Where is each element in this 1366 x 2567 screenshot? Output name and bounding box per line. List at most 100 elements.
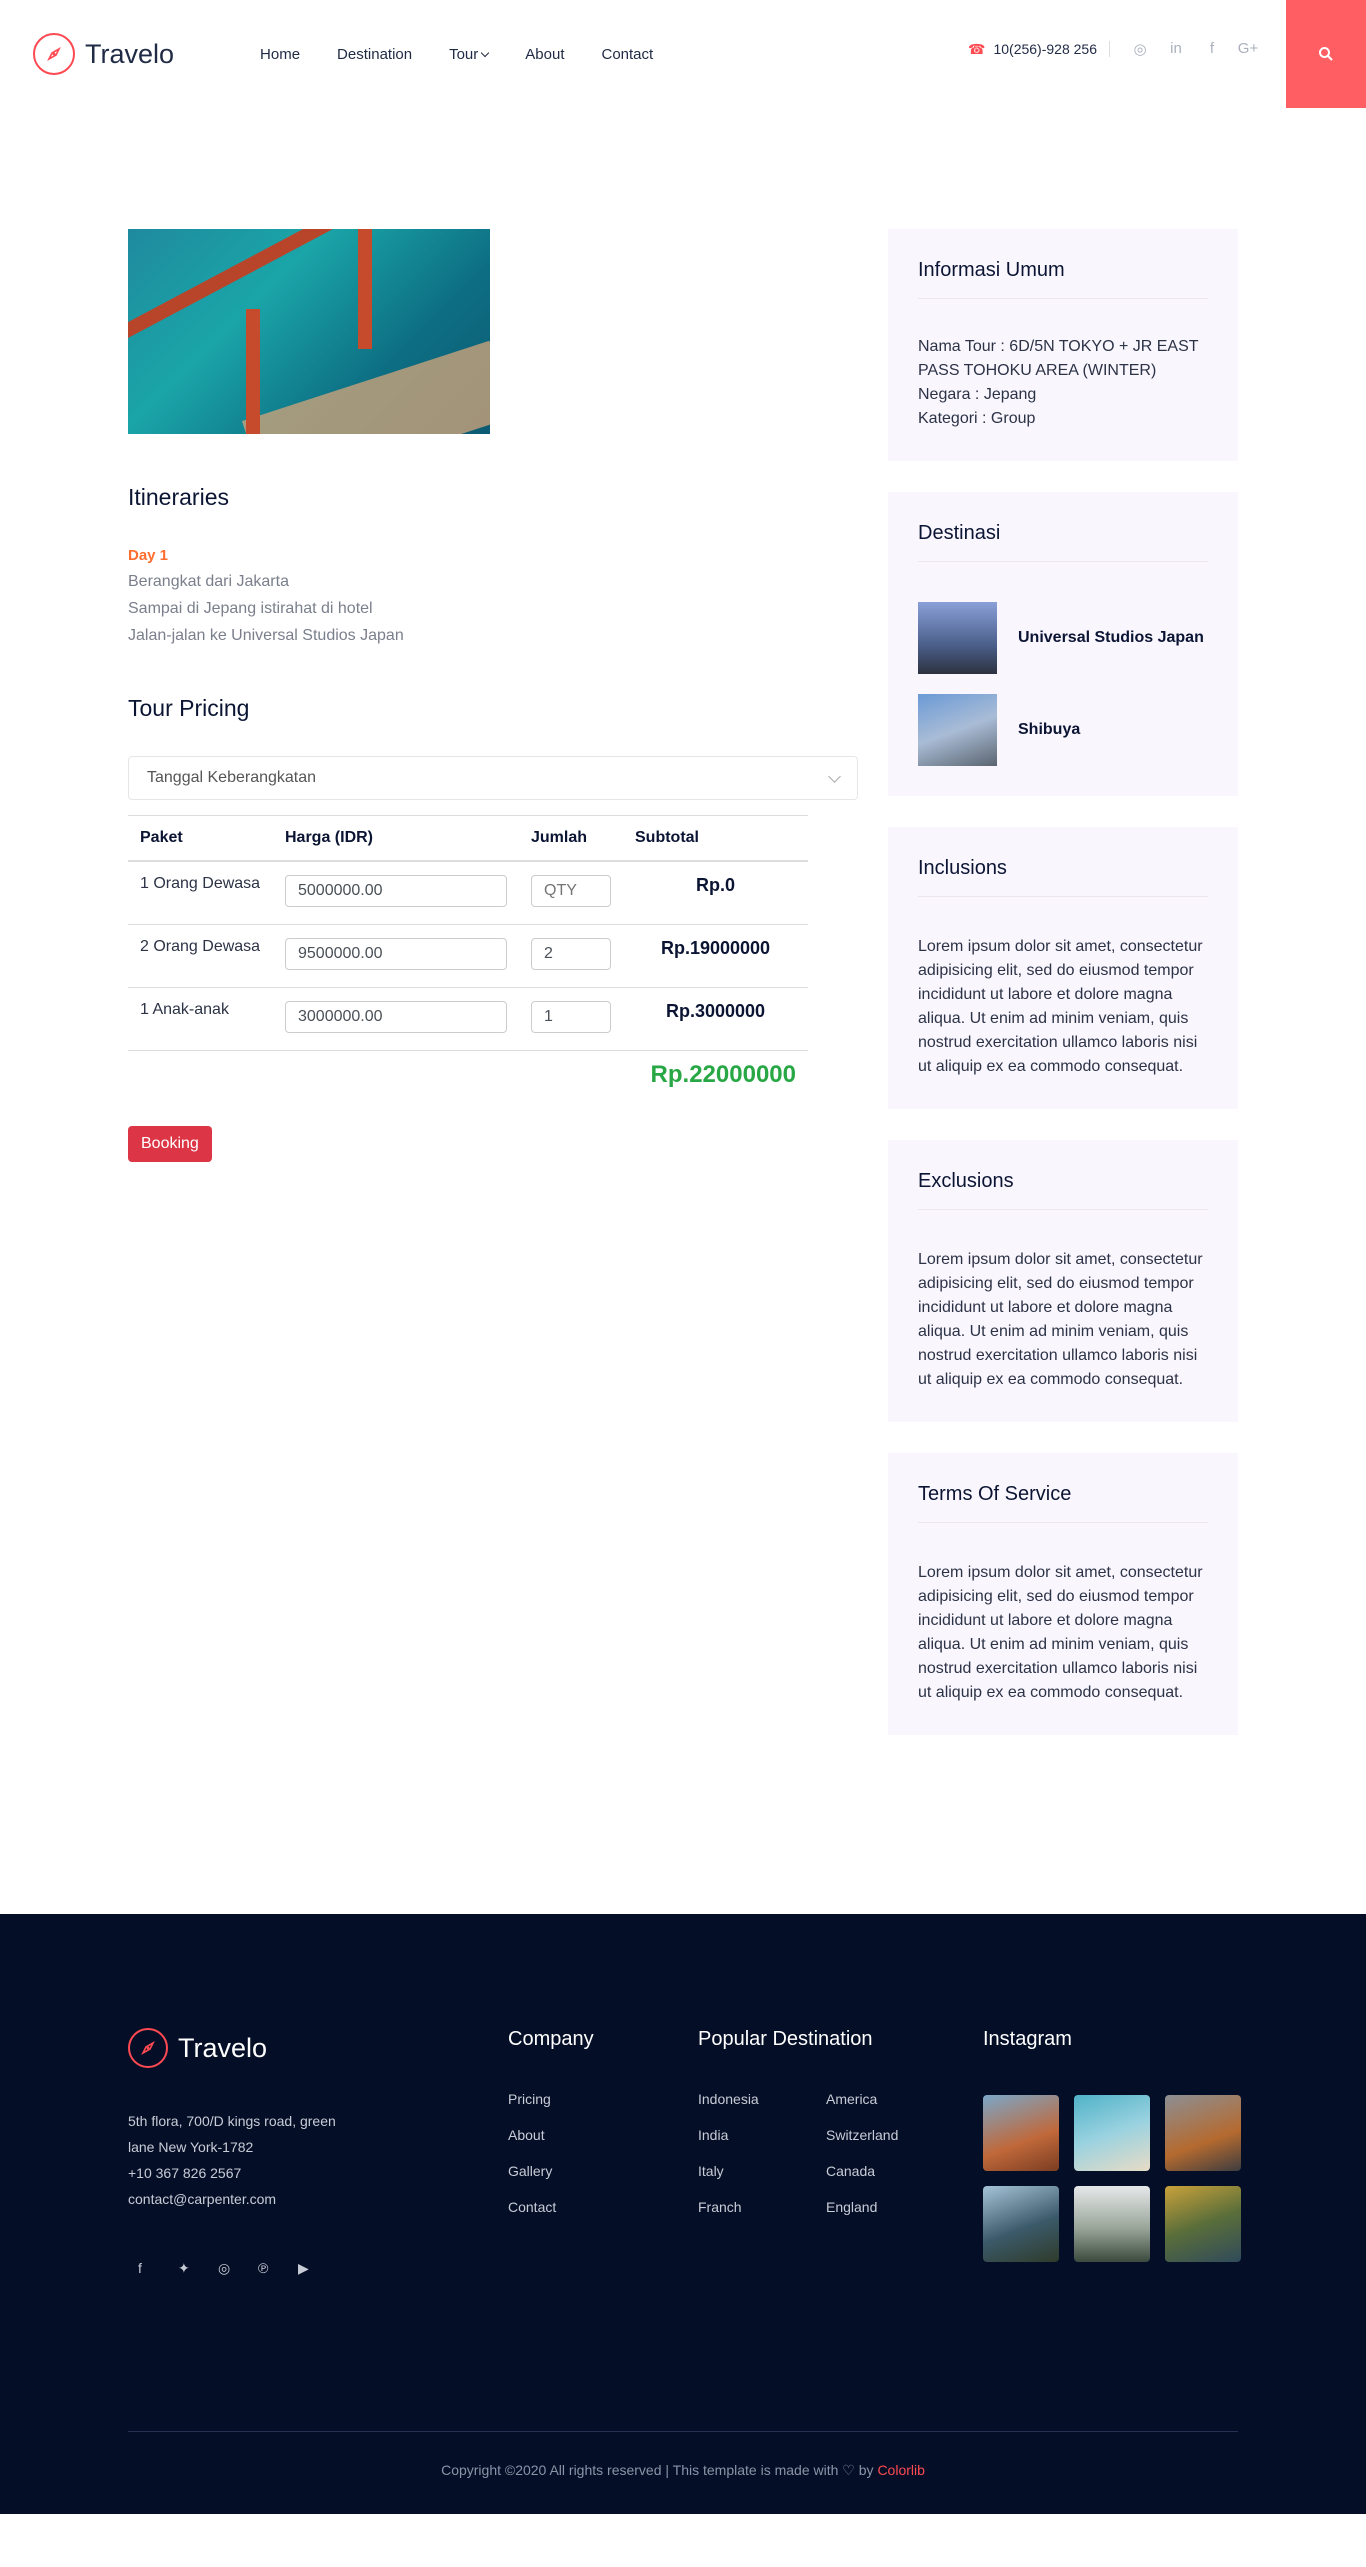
departure-date-select[interactable]: Tanggal Keberangkatan (128, 756, 858, 800)
destination-item[interactable]: Universal Studios Japan (918, 602, 1208, 674)
qty-input[interactable] (531, 1000, 611, 1033)
main-nav: Home Destination Tour About Contact (260, 46, 690, 63)
footer-destination-link[interactable]: England (826, 2199, 954, 2215)
col-jumlah: Jumlah (519, 815, 623, 862)
logo[interactable]: Travelo (33, 33, 174, 75)
nav-contact[interactable]: Contact (601, 46, 653, 63)
footer-link[interactable]: About (508, 2127, 698, 2143)
departure-date-label: Tanggal Keberangkatan (147, 769, 317, 786)
instagram-photo[interactable] (1165, 2095, 1241, 2171)
footer-link[interactable]: Gallery (508, 2163, 698, 2179)
info-line: Kategori : Group (918, 410, 1036, 427)
paket-cell: 1 Anak-anak (128, 987, 273, 1051)
destination-name: Universal Studios Japan (1018, 629, 1204, 646)
chevron-down-icon (481, 48, 490, 57)
footer-link[interactable]: Pricing (508, 2091, 698, 2107)
destination-item[interactable]: Shibuya (918, 694, 1208, 766)
itinerary-line: Jalan-jalan ke Universal Studios Japan (128, 627, 404, 644)
nav-destination[interactable]: Destination (337, 46, 412, 63)
header: Travelo Home Destination Tour About Cont… (0, 0, 1366, 108)
booking-button[interactable]: Booking (128, 1125, 212, 1162)
footer-destination-link[interactable]: Italy (698, 2163, 826, 2179)
compass-icon (128, 2028, 168, 2068)
main-content: Itineraries Day 1 Berangkat dari Jakarta… (0, 108, 1366, 1766)
price-input[interactable] (285, 875, 507, 907)
footer-email[interactable]: contact@carpenter.com (128, 2186, 508, 2212)
footer-destination-link[interactable]: America (826, 2091, 954, 2107)
info-card: Informasi Umum Nama Tour : 6D/5N TOKYO +… (888, 229, 1238, 461)
qty-input[interactable] (531, 875, 611, 907)
header-social: ◎ in f G+ (1122, 40, 1266, 58)
footer-destination-link[interactable]: Franch (698, 2199, 826, 2215)
instagram-photo[interactable] (1165, 2186, 1241, 2262)
instagram-icon[interactable]: ◎ (208, 2260, 248, 2277)
facebook-icon[interactable]: f (128, 2260, 168, 2277)
instagram-photo[interactable] (1074, 2186, 1150, 2262)
subtotal-cell: Rp.3000000 (623, 987, 808, 1051)
itinerary-line: Sampai di Jepang istirahat di hotel (128, 600, 373, 617)
footer-destination-link[interactable]: Switzerland (826, 2127, 954, 2143)
youtube-icon[interactable]: ▶ (288, 2260, 328, 2277)
exclusions-title: Exclusions (918, 1170, 1208, 1210)
footer-phone[interactable]: +10 367 826 2567 (128, 2160, 508, 2186)
instagram-photo[interactable] (983, 2095, 1059, 2171)
pricing-table: Paket Harga (IDR) Jumlah Subtotal 1 Oran… (128, 815, 808, 1102)
footer-link[interactable]: Contact (508, 2199, 698, 2215)
info-line: Negara : Jepang (918, 386, 1037, 403)
footer-logo-text: Travelo (178, 2032, 268, 2063)
tour-content: Itineraries Day 1 Berangkat dari Jakarta… (128, 229, 858, 1766)
instagram-grid (983, 2095, 1241, 2262)
destinasi-title: Destinasi (918, 522, 1208, 562)
instagram-photo[interactable] (983, 2186, 1059, 2262)
phone-number[interactable]: 10(256)-928 256 (993, 41, 1110, 57)
tour-hero-image (128, 229, 490, 434)
subtotal-cell: Rp.0 (623, 861, 808, 925)
footer-address: 5th flora, 700/D kings road, green lane … (128, 2108, 508, 2212)
inclusions-title: Inclusions (918, 857, 1208, 897)
qty-input[interactable] (531, 937, 611, 970)
google-plus-icon[interactable]: G+ (1230, 40, 1266, 58)
price-input[interactable] (285, 1000, 507, 1033)
pinterest-icon[interactable]: ℗ (248, 2260, 288, 2277)
nav-tour[interactable]: Tour (449, 46, 490, 63)
copyright: Copyright ©2020 All rights reserved | Th… (128, 2431, 1238, 2479)
exclusions-text: Lorem ipsum dolor sit amet, consectetur … (918, 1251, 1203, 1388)
itineraries-title: Itineraries (128, 484, 229, 510)
footer-destination-link[interactable]: Indonesia (698, 2091, 826, 2107)
footer-company-title: Company (508, 2028, 594, 2050)
destination-name: Shibuya (1018, 721, 1081, 738)
search-button[interactable] (1286, 0, 1366, 108)
tos-title: Terms Of Service (918, 1483, 1208, 1523)
instagram-photo[interactable] (1074, 2095, 1150, 2171)
address-line: lane New York-1782 (128, 2139, 254, 2155)
total-row: Rp.22000000 (128, 1050, 808, 1102)
heart-icon: ♡ (842, 2462, 855, 2478)
nav-home[interactable]: Home (260, 46, 300, 63)
table-header-row: Paket Harga (IDR) Jumlah Subtotal (128, 815, 808, 862)
footer-destination-link[interactable]: Canada (826, 2163, 954, 2179)
footer-destination-link[interactable]: India (698, 2127, 826, 2143)
footer-logo[interactable]: Travelo (128, 2028, 508, 2068)
price-input[interactable] (285, 937, 507, 970)
nav-about[interactable]: About (525, 46, 564, 63)
copyright-by: by (858, 2462, 874, 2478)
footer: Travelo 5th flora, 700/D kings road, gre… (0, 1914, 1366, 2514)
table-row: 1 Orang Dewasa Rp.0 (128, 861, 808, 925)
twitter-icon[interactable]: ✦ (168, 2260, 208, 2277)
subtotal-cell: Rp.19000000 (623, 924, 808, 988)
footer-popular-title: Popular Destination (698, 2028, 873, 2050)
total-amount: Rp.22000000 (650, 1060, 796, 1088)
inclusions-card: Inclusions Lorem ipsum dolor sit amet, c… (888, 827, 1238, 1109)
logo-text: Travelo (85, 38, 175, 69)
compass-icon (33, 33, 75, 75)
facebook-icon[interactable]: f (1194, 40, 1230, 58)
search-icon (1319, 47, 1333, 61)
linkedin-icon[interactable]: in (1158, 40, 1194, 58)
exclusions-card: Exclusions Lorem ipsum dolor sit amet, c… (888, 1140, 1238, 1422)
instagram-icon[interactable]: ◎ (1122, 40, 1158, 58)
col-subtotal: Subtotal (623, 815, 808, 862)
phone-icon: ☎ (968, 40, 986, 57)
destination-thumbnail (918, 602, 997, 674)
itinerary-line: Berangkat dari Jakarta (128, 573, 289, 590)
colorlib-link[interactable]: Colorlib (877, 2462, 924, 2478)
